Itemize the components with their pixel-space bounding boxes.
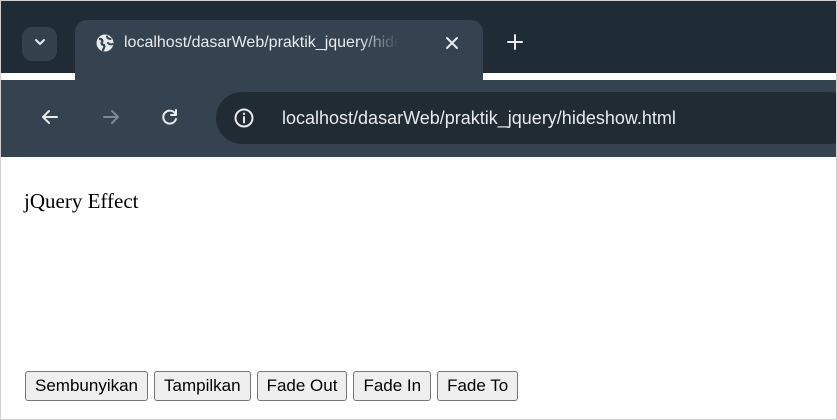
active-tab[interactable]: localhost/dasarWeb/praktik_jquery/hidesh… bbox=[75, 20, 483, 80]
tab-title: localhost/dasarWeb/praktik_jquery/hidesh… bbox=[124, 34, 399, 51]
close-icon[interactable] bbox=[442, 33, 462, 53]
new-tab-button[interactable] bbox=[503, 32, 527, 56]
hide-button[interactable]: Sembunyikan bbox=[25, 371, 149, 401]
reload-icon bbox=[160, 107, 180, 132]
globe-icon bbox=[95, 33, 115, 53]
address-bar[interactable]: localhost/dasarWeb/praktik_jquery/hidesh… bbox=[216, 92, 836, 144]
reload-button[interactable] bbox=[157, 106, 183, 132]
show-button[interactable]: Tampilkan bbox=[154, 371, 251, 401]
forward-arrow-icon bbox=[101, 107, 121, 132]
fade-to-button[interactable]: Fade To bbox=[437, 371, 519, 401]
url-text[interactable]: localhost/dasarWeb/praktik_jquery/hidesh… bbox=[282, 105, 676, 131]
browser-window: localhost/dasarWeb/praktik_jquery/hidesh… bbox=[0, 0, 837, 420]
tab-search-button[interactable] bbox=[22, 27, 57, 61]
effect-button-row: Sembunyikan Tampilkan Fade Out Fade In F… bbox=[25, 371, 519, 401]
chevron-down-icon bbox=[33, 35, 47, 54]
page-heading: jQuery Effect bbox=[24, 189, 139, 213]
back-arrow-icon bbox=[40, 107, 60, 132]
forward-button[interactable] bbox=[98, 106, 124, 132]
browser-toolbar: localhost/dasarWeb/praktik_jquery/hidesh… bbox=[1, 80, 836, 157]
plus-icon bbox=[506, 33, 524, 56]
page-content: jQuery Effect Sembunyikan Tampilkan Fade… bbox=[1, 157, 836, 419]
info-icon[interactable] bbox=[232, 106, 256, 130]
tab-strip: localhost/dasarWeb/praktik_jquery/hidesh… bbox=[1, 1, 836, 80]
fade-out-button[interactable]: Fade Out bbox=[256, 371, 348, 401]
back-button[interactable] bbox=[37, 106, 63, 132]
fade-in-button[interactable]: Fade In bbox=[353, 371, 432, 401]
